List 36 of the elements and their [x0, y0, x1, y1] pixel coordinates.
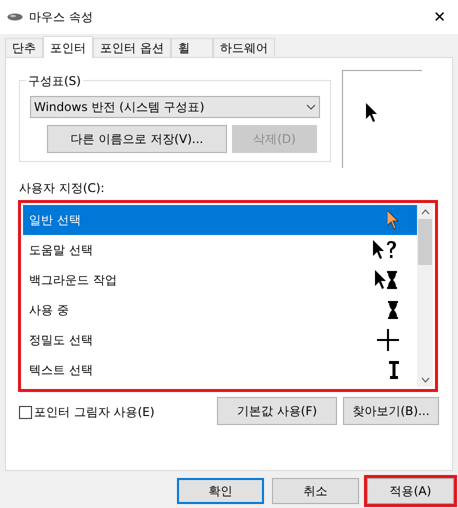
- list-item[interactable]: 일반 선택: [23, 205, 417, 235]
- window-title: 마우스 속성: [29, 9, 93, 26]
- scrollbar[interactable]: [417, 205, 433, 387]
- list-label: 사용자 지정(C):: [19, 180, 105, 195]
- text-cursor-icon: [389, 361, 399, 379]
- hourglass-icon: [387, 300, 399, 320]
- tab[interactable]: 포인터 옵션: [93, 38, 171, 57]
- browse-button[interactable]: 찾아보기(B)...: [343, 397, 439, 425]
- scheme-dropdown[interactable]: Windows 반전 (시스템 구성표): [30, 96, 320, 118]
- arrow-hourglass-icon: [375, 270, 399, 290]
- arrow-cursor-icon: [387, 210, 399, 230]
- help-cursor-icon: [373, 240, 399, 260]
- item-label: 텍스트 선택: [29, 362, 94, 379]
- mouse-icon: [7, 13, 23, 21]
- item-label: 사용 중: [29, 302, 70, 319]
- item-label: 백그라운드 작업: [29, 272, 118, 289]
- checkbox-label: 포인터 그림자 사용(E): [34, 404, 155, 421]
- tab[interactable]: 포인터: [43, 36, 93, 58]
- tab[interactable]: 단추: [5, 38, 43, 57]
- item-label: 도움말 선택: [29, 242, 94, 259]
- ok-button[interactable]: 확인: [177, 478, 264, 504]
- checkbox[interactable]: [19, 406, 32, 418]
- item-label: 일반 선택: [29, 212, 82, 229]
- save-as-button[interactable]: 다른 이름으로 저장(V)...: [47, 125, 227, 153]
- tab[interactable]: 하드웨어: [212, 38, 275, 57]
- cancel-button[interactable]: 취소: [272, 478, 359, 504]
- scroll-thumb[interactable]: [418, 219, 432, 265]
- tab[interactable]: 휠: [170, 38, 213, 57]
- chevron-down-icon: [306, 104, 316, 110]
- arrow-cursor-icon: [366, 103, 378, 123]
- crosshair-icon: [377, 329, 399, 351]
- use-default-button[interactable]: 기본값 사용(F): [217, 397, 337, 425]
- cursor-list[interactable]: 일반 선택 도움말 선택 백그라운드 작업 사용 중 정밀도 선택 텍스트 선택: [18, 200, 438, 392]
- apply-button[interactable]: 적용(A): [367, 478, 454, 504]
- close-button[interactable]: ✕: [433, 10, 446, 24]
- item-label: 정밀도 선택: [29, 332, 94, 349]
